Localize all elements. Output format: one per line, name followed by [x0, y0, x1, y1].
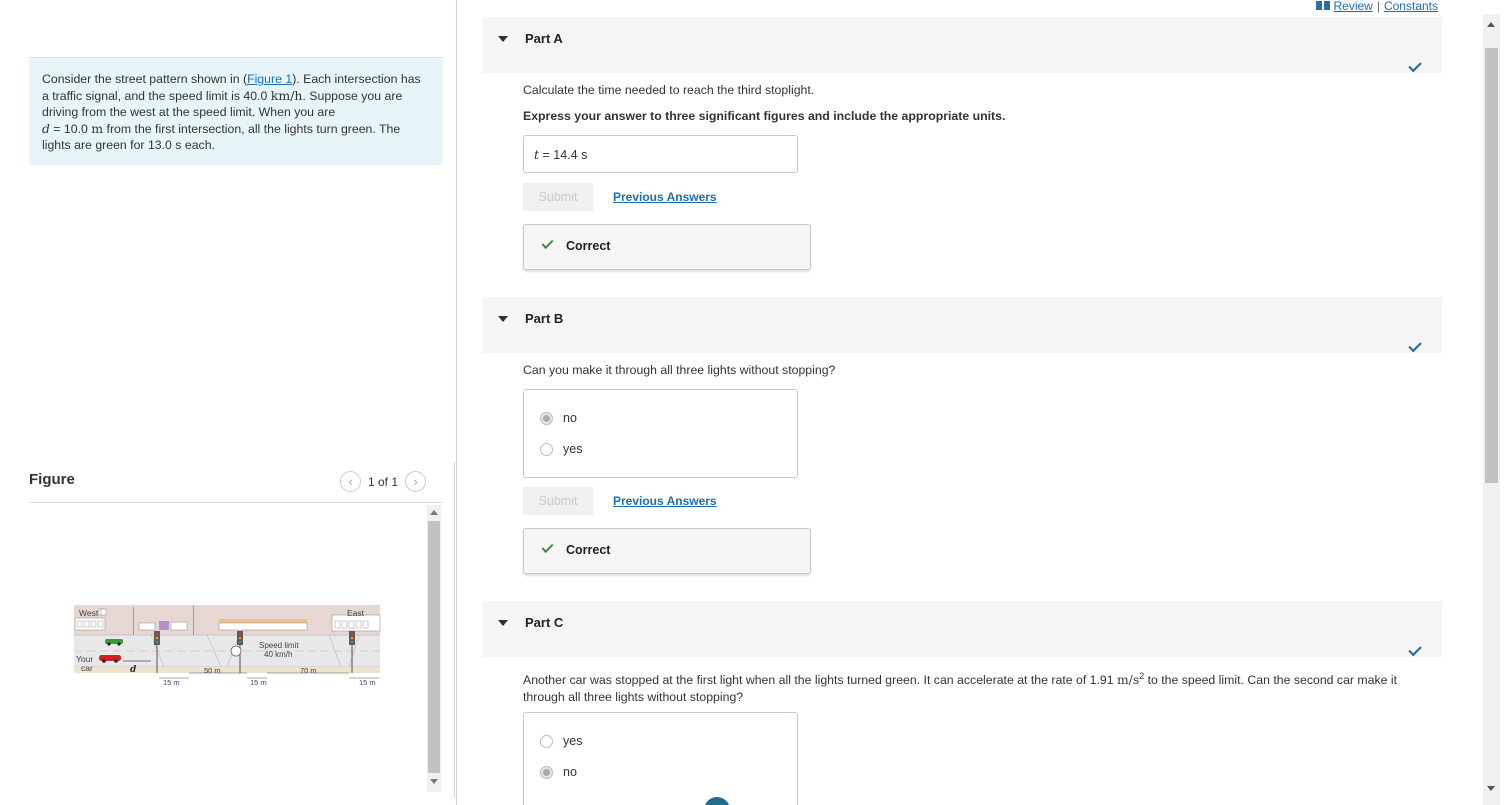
west-label: West [79, 608, 99, 618]
part-a-instruction: Express your answer to three significant… [523, 109, 1006, 123]
speed-limit-label: 40 km/h [264, 650, 292, 659]
review-link[interactable]: Review [1333, 0, 1372, 13]
radio-button[interactable] [540, 442, 553, 456]
constants-link[interactable]: Constants [1384, 0, 1438, 13]
part-c-option[interactable]: yes [540, 734, 582, 748]
east-label: East [347, 608, 365, 618]
figure-divider-vertical [454, 462, 455, 797]
intro-text: = 10.0 [49, 121, 92, 136]
figure-area: West East Your car d 15 m 50 m 15 m 70 m… [29, 503, 427, 793]
correct-check-icon [541, 236, 554, 250]
prev-figure-button[interactable]: ‹ [340, 471, 361, 492]
radio-button[interactable] [540, 411, 553, 425]
acceleration-unit: m/s [1117, 673, 1140, 688]
part-b-feedback: Correct [523, 528, 811, 574]
pane-divider[interactable] [456, 0, 457, 805]
sidewalk [74, 667, 380, 673]
part-c-options-box [523, 712, 798, 805]
awning [219, 619, 307, 623]
figure-link[interactable]: Figure 1 [247, 72, 292, 86]
option-label: no [563, 765, 577, 779]
meter-unit: m [91, 120, 104, 136]
problem-statement: Consider the street pattern shown in (Fi… [29, 57, 443, 165]
part-c-question: Another car was stopped at the first lig… [523, 668, 1423, 706]
your-car-label: car [81, 663, 93, 673]
radio-button[interactable] [540, 765, 553, 779]
part-a-header[interactable]: Part A [483, 17, 1442, 73]
part-a-feedback: Correct [523, 224, 811, 270]
part-a-answer-field[interactable]: t = 14.4 s [523, 135, 798, 173]
speed-limit-label: Speed limit [259, 641, 299, 650]
var-d: d [42, 121, 50, 136]
part-b-question: Can you make it through all three lights… [523, 363, 836, 377]
part-b-header[interactable]: Part B [483, 297, 1442, 353]
option-label: yes [563, 442, 583, 456]
main-scrollbar[interactable] [1483, 14, 1500, 805]
chevron-left-icon: ‹ [348, 474, 353, 489]
option-label: yes [563, 734, 583, 748]
answer-value: = 14.4 s [539, 148, 588, 162]
figure-scrollbar[interactable] [427, 505, 441, 792]
part-b-previous-answers-link[interactable]: Previous Answers [613, 494, 717, 508]
speed-unit: km/h [270, 87, 303, 103]
part-a-previous-answers-link[interactable]: Previous Answers [613, 190, 717, 204]
part-c-option[interactable]: no [540, 765, 577, 779]
feedback-label: Correct [566, 543, 611, 557]
purple-building [159, 621, 169, 630]
collapse-triangle-icon[interactable] [498, 316, 508, 322]
figure-page-count: 1 of 1 [368, 474, 399, 489]
part-c-header[interactable]: Part C [483, 601, 1442, 657]
option-label: no [563, 411, 577, 425]
d-label: d [130, 665, 137, 675]
part-b-option[interactable]: no [540, 411, 577, 425]
part-a-title: Part A [525, 31, 563, 46]
top-links: Review | Constants [1316, 0, 1438, 13]
scroll-up-icon[interactable] [430, 510, 438, 515]
feedback-label: Correct [566, 239, 611, 253]
distance-label: 15 m [250, 678, 267, 687]
collapse-triangle-icon[interactable] [498, 36, 508, 42]
distance-label: 15 m [359, 678, 376, 687]
question-text: Another car was stopped at the first lig… [523, 673, 1118, 688]
correct-check-icon [541, 540, 554, 554]
scroll-down-icon[interactable] [1487, 786, 1495, 791]
part-a-submit-button[interactable]: Submit [523, 183, 593, 211]
part-b-option[interactable]: yes [540, 442, 582, 456]
distance-label: 50 m [204, 666, 221, 675]
link-separator: | [1376, 0, 1380, 13]
part-b-options-box [523, 389, 798, 478]
part-a-question: Calculate the time needed to reach the t… [523, 83, 815, 97]
intro-text: Consider the street pattern shown in ( [42, 72, 248, 86]
scroll-thumb[interactable] [1485, 48, 1498, 483]
distance-label: 15 m [163, 678, 180, 687]
speed-limit-sign-icon [230, 645, 242, 657]
part-c-title: Part C [525, 615, 564, 630]
figure-pager: ‹ 1 of 1 › [340, 471, 427, 492]
part-b-submit-button[interactable]: Submit [523, 487, 593, 515]
scroll-thumb[interactable] [428, 521, 440, 773]
scroll-up-icon[interactable] [1487, 22, 1495, 27]
scroll-down-icon[interactable] [430, 779, 438, 784]
collapse-triangle-icon[interactable] [498, 620, 508, 626]
next-figure-button[interactable]: › [405, 471, 427, 492]
part-b-title: Part B [525, 311, 564, 326]
radio-button[interactable] [540, 734, 553, 748]
book-icon [1316, 1, 1331, 11]
chevron-right-icon: › [413, 474, 418, 489]
figure-title: Figure [29, 471, 75, 488]
distance-label: 70 m [300, 666, 317, 675]
street-pattern-figure: West East Your car d 15 m 50 m 15 m 70 m… [74, 605, 381, 687]
